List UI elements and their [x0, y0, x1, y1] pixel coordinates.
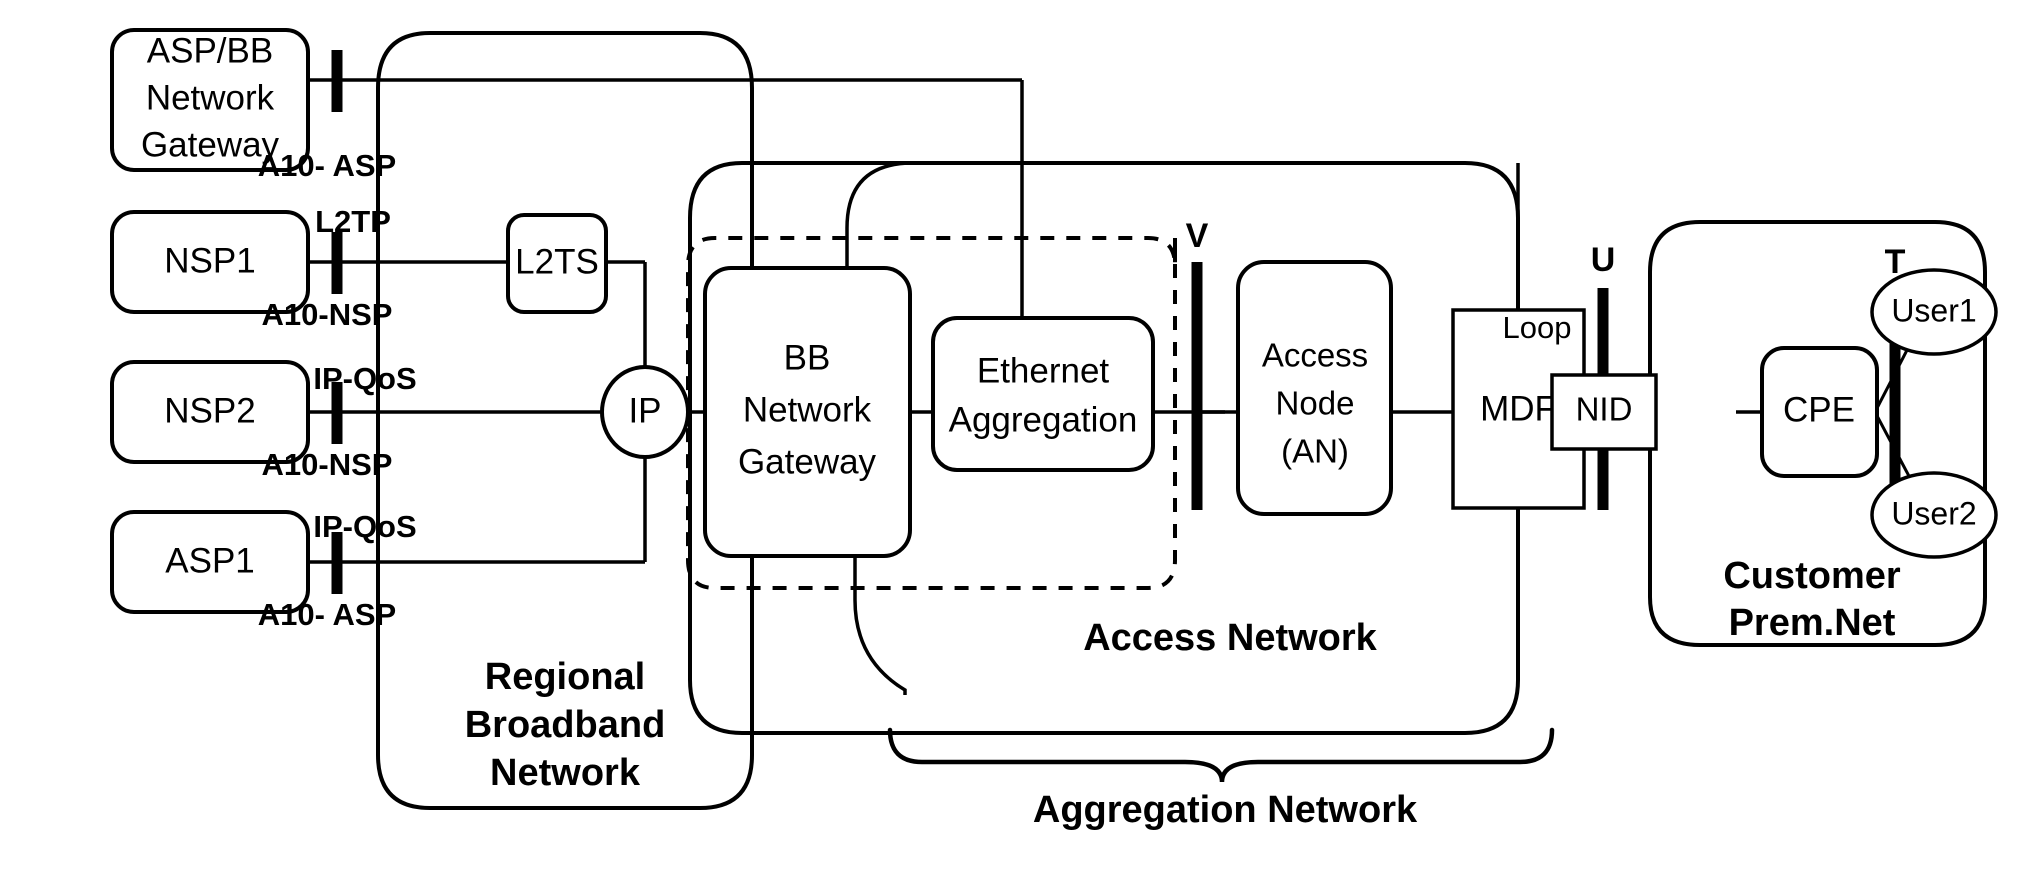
label-l2tp: L2TP	[315, 204, 391, 239]
label-a10-asp-bottom: A10- ASP	[258, 597, 396, 632]
label-ethernet-agg-line2: Aggregation	[949, 400, 1138, 439]
label-nsp1: NSP1	[164, 241, 255, 280]
label-customer-prem-line2: Prem.Net	[1729, 602, 1896, 644]
label-aggregation-network: Aggregation Network	[1033, 789, 1418, 831]
label-cpe: CPE	[1783, 390, 1855, 429]
link-bbgw-bottom-curve	[853, 599, 907, 695]
label-access-node-line1: Access	[1262, 337, 1368, 374]
label-loop: Loop	[1503, 310, 1572, 345]
aggregation-network-brace	[887, 727, 1555, 783]
label-ip-qos-1: IP-QoS	[313, 361, 416, 396]
label-ip: IP	[628, 391, 661, 430]
label-bb-gateway-line2: Network	[743, 390, 872, 429]
label-asp-bb-gateway-line1: ASP/BB	[147, 31, 273, 70]
label-mdf: MDF	[1480, 389, 1556, 428]
label-asp-bb-gateway-line2: Network	[146, 78, 275, 117]
label-t-reference-point: T	[1885, 243, 1906, 281]
label-regional-broadband-line2: Broadband	[465, 704, 666, 746]
label-nid: NID	[1576, 391, 1633, 428]
network-diagram-svg: ASP/BB Network Gateway NSP1 NSP2 ASP1 L2…	[110, 28, 1998, 831]
label-regional-broadband-line1: Regional	[485, 656, 645, 698]
label-asp1: ASP1	[165, 541, 255, 580]
node-ethernet-aggregation[interactable]	[931, 316, 1155, 472]
network-diagram-canvas: ASP/BB Network Gateway NSP1 NSP2 ASP1 L2…	[0, 0, 2042, 891]
label-access-network: Access Network	[1083, 617, 1377, 659]
label-ip-qos-2: IP-QoS	[313, 509, 416, 544]
label-access-node-line2: Node	[1276, 385, 1355, 422]
label-user2: User2	[1891, 495, 1976, 531]
label-ethernet-agg-line1: Ethernet	[977, 351, 1110, 390]
label-a10-nsp-1: A10-NSP	[262, 297, 393, 332]
label-nsp2: NSP2	[164, 391, 255, 430]
label-u-reference-point: U	[1591, 241, 1616, 279]
link-accessnet-to-bbgw-curve	[845, 161, 914, 268]
label-regional-broadband-line3: Network	[490, 752, 641, 794]
label-customer-prem-line1: Customer	[1723, 555, 1901, 597]
label-access-node-line3: (AN)	[1281, 433, 1349, 470]
label-bb-gateway-line3: Gateway	[738, 442, 877, 481]
label-bb-gateway-line1: BB	[784, 338, 831, 377]
label-a10-nsp-2: A10-NSP	[262, 447, 393, 482]
label-a10-asp-top: A10- ASP	[258, 148, 396, 183]
label-v-reference-point: V	[1186, 217, 1209, 255]
label-l2ts: L2TS	[515, 242, 599, 281]
label-user1: User1	[1891, 292, 1976, 328]
